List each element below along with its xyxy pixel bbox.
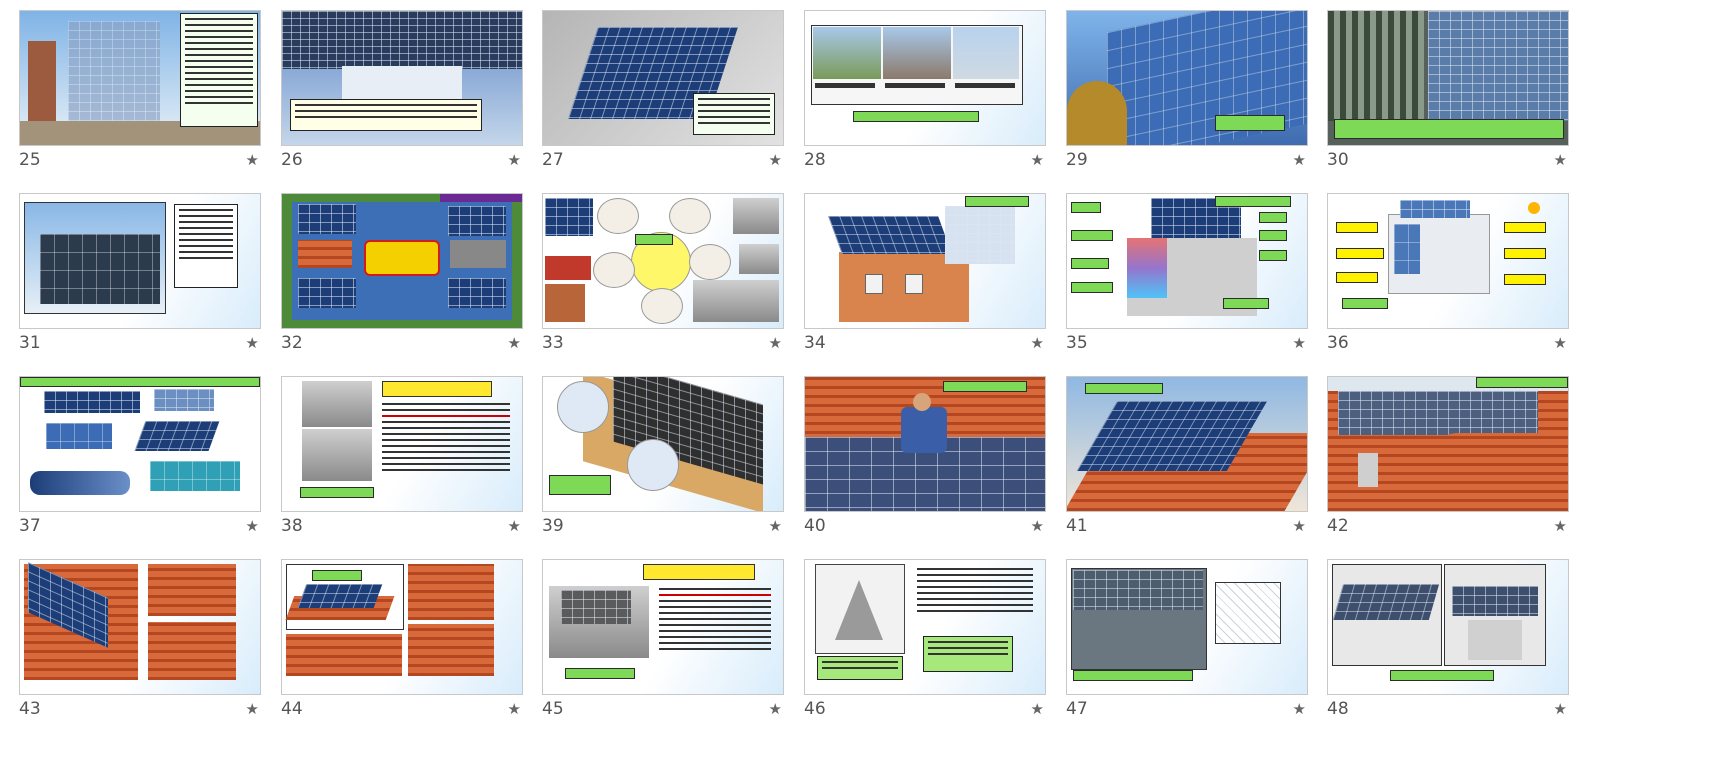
star-icon[interactable]: ★	[1554, 700, 1567, 718]
star-icon[interactable]: ★	[246, 517, 259, 535]
slide-number: 26	[281, 150, 303, 170]
slide-number: 31	[19, 333, 41, 353]
slide-thumbnail[interactable]: 33 ★	[542, 193, 784, 368]
slide-preview[interactable]	[1066, 559, 1308, 695]
slide-thumbnail[interactable]: 36 ★	[1327, 193, 1569, 368]
slide-preview[interactable]	[19, 376, 261, 512]
slide-number: 27	[542, 150, 564, 170]
slide-thumbnail[interactable]: 32 ★	[281, 193, 523, 368]
slide-number: 40	[804, 516, 826, 536]
slide-thumbnail[interactable]: 46 ★	[804, 559, 1046, 734]
slide-thumbnail[interactable]: 42 ★	[1327, 376, 1569, 551]
slide-thumbnail[interactable]: 25 ★	[19, 10, 261, 185]
star-icon[interactable]: ★	[1031, 334, 1044, 352]
star-icon[interactable]: ★	[1554, 334, 1567, 352]
slide-preview[interactable]	[281, 10, 523, 146]
slide-number: 36	[1327, 333, 1349, 353]
slide-preview[interactable]	[1066, 10, 1308, 146]
slide-thumbnail[interactable]: 29 ★	[1066, 10, 1308, 185]
star-icon[interactable]: ★	[1293, 334, 1306, 352]
slide-thumbnail[interactable]: 28 ★	[804, 10, 1046, 185]
slide-preview[interactable]	[281, 559, 523, 695]
slide-preview[interactable]	[1327, 10, 1569, 146]
slide-number: 41	[1066, 516, 1088, 536]
slide-preview[interactable]	[1066, 193, 1308, 329]
star-icon[interactable]: ★	[508, 517, 521, 535]
slide-thumbnail[interactable]: 39 ★	[542, 376, 784, 551]
slide-thumbnail[interactable]: 44 ★	[281, 559, 523, 734]
star-icon[interactable]: ★	[1293, 151, 1306, 169]
slide-number: 45	[542, 699, 564, 719]
slide-preview[interactable]	[1327, 559, 1569, 695]
slide-preview[interactable]	[19, 559, 261, 695]
slide-preview[interactable]	[542, 559, 784, 695]
slide-thumbnail[interactable]: 34 ★	[804, 193, 1046, 368]
slide-preview[interactable]	[1327, 193, 1569, 329]
slide-number: 35	[1066, 333, 1088, 353]
slide-number: 25	[19, 150, 41, 170]
slide-preview[interactable]	[19, 193, 261, 329]
slide-number: 48	[1327, 699, 1349, 719]
slide-preview[interactable]	[542, 10, 784, 146]
slide-preview[interactable]	[804, 376, 1046, 512]
slide-preview[interactable]	[804, 559, 1046, 695]
slide-number: 28	[804, 150, 826, 170]
slide-number: 47	[1066, 699, 1088, 719]
slide-thumbnail[interactable]: 31 ★	[19, 193, 261, 368]
slide-preview[interactable]	[281, 376, 523, 512]
star-icon[interactable]: ★	[1554, 151, 1567, 169]
star-icon[interactable]: ★	[1293, 700, 1306, 718]
slide-number: 30	[1327, 150, 1349, 170]
slide-number: 33	[542, 333, 564, 353]
star-icon[interactable]: ★	[1031, 700, 1044, 718]
star-icon[interactable]: ★	[246, 334, 259, 352]
star-icon[interactable]: ★	[246, 151, 259, 169]
star-icon[interactable]: ★	[508, 334, 521, 352]
star-icon[interactable]: ★	[1031, 151, 1044, 169]
slide-thumbnail[interactable]: 41 ★	[1066, 376, 1308, 551]
slide-number: 44	[281, 699, 303, 719]
slide-sorter-grid: 25 ★ 26 ★ 27 ★ 28 ★ 29 ★ 30 ★ 31 ★ 32 ★ …	[0, 0, 1714, 778]
star-icon[interactable]: ★	[769, 334, 782, 352]
slide-number: 32	[281, 333, 303, 353]
slide-preview[interactable]	[281, 193, 523, 329]
slide-preview[interactable]	[542, 193, 784, 329]
slide-preview[interactable]	[1066, 376, 1308, 512]
slide-preview[interactable]	[1327, 376, 1569, 512]
star-icon[interactable]: ★	[1554, 517, 1567, 535]
star-icon[interactable]: ★	[508, 700, 521, 718]
slide-thumbnail[interactable]: 35 ★	[1066, 193, 1308, 368]
slide-number: 43	[19, 699, 41, 719]
slide-thumbnail[interactable]: 45 ★	[542, 559, 784, 734]
slide-thumbnail[interactable]: 38 ★	[281, 376, 523, 551]
star-icon[interactable]: ★	[246, 700, 259, 718]
slide-number: 38	[281, 516, 303, 536]
star-icon[interactable]: ★	[769, 700, 782, 718]
slide-number: 46	[804, 699, 826, 719]
slide-preview[interactable]	[542, 376, 784, 512]
slide-preview[interactable]	[804, 10, 1046, 146]
slide-number: 39	[542, 516, 564, 536]
slide-thumbnail[interactable]: 48 ★	[1327, 559, 1569, 734]
star-icon[interactable]: ★	[769, 151, 782, 169]
slide-number: 42	[1327, 516, 1349, 536]
star-icon[interactable]: ★	[769, 517, 782, 535]
slide-thumbnail[interactable]: 27 ★	[542, 10, 784, 185]
slide-thumbnail[interactable]: 30 ★	[1327, 10, 1569, 185]
slide-number: 29	[1066, 150, 1088, 170]
slide-thumbnail[interactable]: 47 ★	[1066, 559, 1308, 734]
slide-number: 34	[804, 333, 826, 353]
star-icon[interactable]: ★	[1293, 517, 1306, 535]
slide-preview[interactable]	[19, 10, 261, 146]
star-icon[interactable]: ★	[1031, 517, 1044, 535]
slide-thumbnail[interactable]: 26 ★	[281, 10, 523, 185]
slide-preview[interactable]	[804, 193, 1046, 329]
star-icon[interactable]: ★	[508, 151, 521, 169]
slide-thumbnail[interactable]: 37 ★	[19, 376, 261, 551]
slide-number: 37	[19, 516, 41, 536]
slide-thumbnail[interactable]: 40 ★	[804, 376, 1046, 551]
slide-thumbnail[interactable]: 43 ★	[19, 559, 261, 734]
